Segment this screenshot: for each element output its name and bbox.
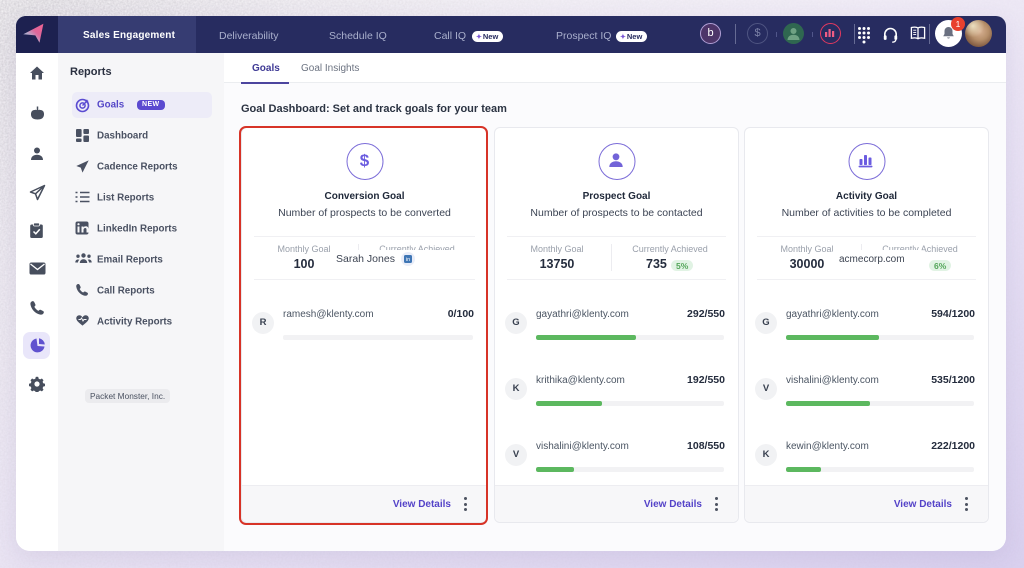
- svg-text:in: in: [406, 257, 410, 263]
